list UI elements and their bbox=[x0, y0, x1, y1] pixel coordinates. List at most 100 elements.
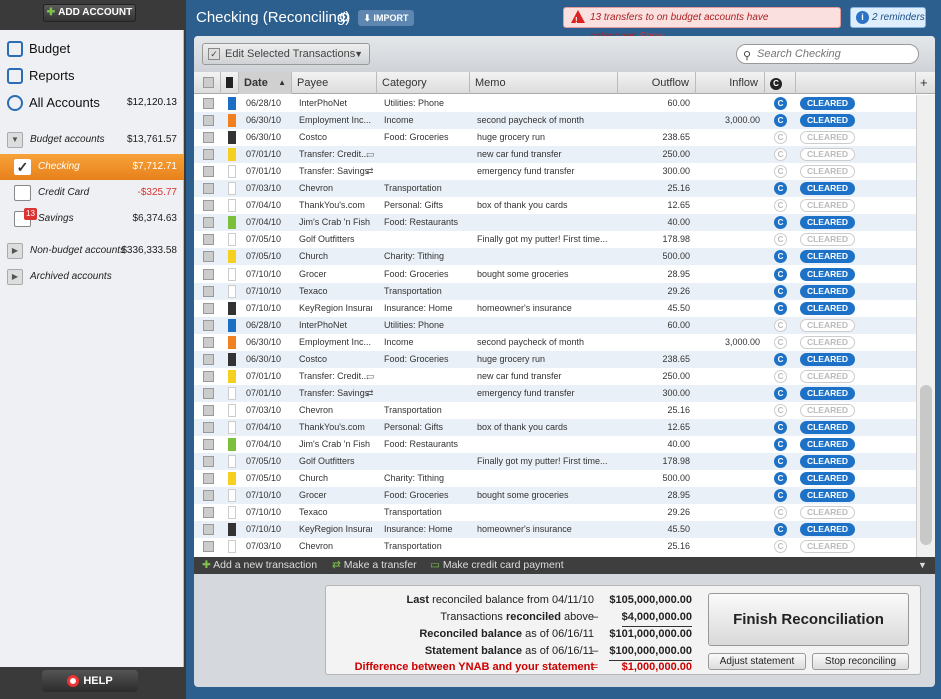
flag-icon[interactable] bbox=[228, 506, 236, 520]
cell-memo[interactable]: bought some groceries bbox=[477, 487, 613, 504]
cleared-toggle-icon[interactable]: C bbox=[774, 114, 787, 128]
cell-outflow[interactable]: 250.00 bbox=[618, 368, 690, 385]
cell-date[interactable]: 06/28/10 bbox=[246, 317, 290, 334]
flag-icon[interactable] bbox=[228, 403, 236, 417]
row-checkbox[interactable] bbox=[203, 166, 214, 178]
cell-outflow[interactable]: 500.00 bbox=[618, 470, 690, 487]
cell-outflow[interactable]: 25.16 bbox=[618, 538, 690, 555]
cleared-toggle-icon[interactable]: C bbox=[774, 523, 787, 537]
flag-icon[interactable] bbox=[228, 284, 236, 298]
row-checkbox[interactable] bbox=[203, 251, 214, 263]
cell-payee[interactable]: KeyRegion Insuran... bbox=[299, 300, 372, 317]
cell-date[interactable]: 07/10/10 bbox=[246, 266, 290, 283]
cleared-toggle-icon[interactable]: C bbox=[774, 540, 787, 554]
table-row[interactable]: 07/10/10 KeyRegion Insuran... Insurance: H… bbox=[194, 300, 916, 317]
cleared-toggle-icon[interactable]: C bbox=[774, 182, 787, 196]
add-account-button[interactable]: ✚ ADD ACCOUNT bbox=[43, 4, 136, 22]
table-row[interactable]: 07/03/10 Chevron Transportation 25.16 C CLEAR… bbox=[194, 538, 916, 555]
cell-category[interactable]: Food: Groceries bbox=[384, 487, 470, 504]
flag-column-header[interactable] bbox=[221, 72, 239, 94]
table-row[interactable]: 07/03/10 Chevron Transportation 25.16 C CLEAR… bbox=[194, 180, 916, 198]
cell-date[interactable]: 07/01/10 bbox=[246, 368, 290, 385]
expand-triangle-icon[interactable]: ▶ bbox=[7, 269, 23, 285]
cell-payee[interactable]: Golf Outfitters bbox=[299, 453, 372, 470]
table-row[interactable]: 07/10/10 Texaco Transportation 29.26 C CLEARE… bbox=[194, 282, 916, 300]
cell-category[interactable]: Utilities: Phone bbox=[384, 317, 470, 334]
cell-memo[interactable]: second paycheck of month bbox=[477, 112, 613, 129]
cell-payee[interactable]: InterPhoNet bbox=[299, 95, 372, 112]
cell-memo[interactable]: Finally got my putter! First time... bbox=[477, 231, 613, 248]
row-checkbox[interactable] bbox=[203, 421, 214, 433]
search-input[interactable] bbox=[757, 46, 912, 62]
cell-category[interactable]: Food: Restaurants bbox=[384, 436, 470, 453]
cell-payee[interactable]: Jim's Crab 'n Fish bbox=[299, 436, 372, 453]
cleared-toggle-icon[interactable]: C bbox=[774, 199, 787, 213]
reminders-button[interactable]: i 2 reminders bbox=[850, 7, 926, 28]
cell-payee[interactable]: Chevron bbox=[299, 538, 372, 555]
import-button[interactable]: ⬇ IMPORT bbox=[358, 10, 414, 26]
nonbudget-accounts-group[interactable]: ▶ Non-budget accounts $336,333.58 bbox=[0, 240, 184, 262]
cleared-toggle-icon[interactable]: C bbox=[774, 131, 787, 145]
flag-icon[interactable] bbox=[228, 148, 236, 162]
cleared-toggle-icon[interactable]: C bbox=[774, 472, 787, 486]
cell-payee[interactable]: Grocer bbox=[299, 266, 372, 283]
cell-memo[interactable]: box of thank you cards bbox=[477, 419, 613, 436]
cell-payee[interactable]: Texaco bbox=[299, 283, 372, 300]
cleared-toggle-icon[interactable]: C bbox=[774, 438, 787, 451]
select-all-checkbox[interactable] bbox=[194, 72, 221, 94]
cleared-toggle-icon[interactable]: C bbox=[774, 455, 787, 469]
cell-memo[interactable]: Finally got my putter! First time... bbox=[477, 453, 613, 470]
row-checkbox[interactable] bbox=[203, 524, 214, 536]
table-row[interactable]: 07/05/10 Church Charity: Tithing 500.00 C CLE… bbox=[194, 470, 916, 487]
row-checkbox[interactable] bbox=[203, 132, 214, 144]
cleared-toggle-icon[interactable]: C bbox=[774, 233, 787, 247]
cell-category[interactable]: Food: Restaurants bbox=[384, 214, 470, 231]
row-checkbox[interactable] bbox=[203, 285, 214, 297]
table-row[interactable]: 07/04/10 Jim's Crab 'n Fish Food: Restaura… bbox=[194, 214, 916, 232]
row-checkbox[interactable] bbox=[203, 98, 214, 109]
cleared-toggle-icon[interactable]: C bbox=[774, 386, 787, 400]
row-checkbox[interactable] bbox=[203, 507, 214, 519]
cell-category[interactable]: Transportation bbox=[384, 180, 470, 197]
cleared-toggle-icon[interactable]: C bbox=[774, 335, 787, 349]
cleared-toggle-icon[interactable]: C bbox=[774, 420, 787, 434]
scrollbar-thumb[interactable] bbox=[920, 385, 932, 545]
cell-category[interactable]: Food: Groceries bbox=[384, 129, 470, 146]
column-header-cleared[interactable]: C bbox=[765, 72, 796, 94]
cell-payee[interactable]: Employment Inc... bbox=[299, 112, 372, 129]
search-box[interactable]: ⚲ bbox=[736, 44, 919, 64]
table-row[interactable]: 07/01/10 Transfer: Savings ⇄ emergency fund… bbox=[194, 384, 916, 402]
adjust-statement-button[interactable]: Adjust statement bbox=[708, 653, 806, 670]
cell-outflow[interactable]: 178.98 bbox=[618, 453, 690, 470]
cell-inflow[interactable]: 3,000.00 bbox=[696, 112, 760, 129]
cell-inflow[interactable]: 3,000.00 bbox=[696, 334, 760, 351]
cell-category[interactable]: Personal: Gifts bbox=[384, 197, 470, 214]
column-header-memo[interactable]: Memo bbox=[470, 72, 618, 94]
flag-icon[interactable] bbox=[228, 489, 236, 503]
cell-date[interactable]: 07/10/10 bbox=[246, 283, 290, 300]
row-checkbox[interactable] bbox=[203, 490, 214, 502]
cell-category[interactable]: Income bbox=[384, 334, 470, 351]
cell-payee[interactable]: KeyRegion Insuran... bbox=[299, 521, 372, 538]
flag-icon[interactable] bbox=[228, 352, 236, 366]
cell-date[interactable]: 06/30/10 bbox=[246, 334, 290, 351]
scroll-down-icon[interactable]: ▼ bbox=[918, 557, 927, 574]
cell-outflow[interactable]: 40.00 bbox=[618, 436, 690, 453]
table-row[interactable]: 07/04/10 ThankYou's.com Personal: Gifts box… bbox=[194, 197, 916, 214]
row-checkbox[interactable] bbox=[203, 268, 214, 280]
cell-date[interactable]: 07/04/10 bbox=[246, 419, 290, 436]
cleared-toggle-icon[interactable]: C bbox=[774, 369, 787, 383]
row-checkbox[interactable] bbox=[203, 234, 214, 246]
cell-category[interactable]: Insurance: Home bbox=[384, 521, 470, 538]
cell-date[interactable]: 07/05/10 bbox=[246, 231, 290, 248]
table-row[interactable]: 06/30/10 Costco Food: Groceries huge grocer… bbox=[194, 129, 916, 146]
cell-date[interactable]: 07/03/10 bbox=[246, 538, 290, 555]
column-header-category[interactable]: Category bbox=[377, 72, 470, 94]
gear-icon[interactable]: ⚙ bbox=[338, 9, 351, 26]
row-checkbox[interactable] bbox=[203, 370, 214, 382]
row-checkbox[interactable] bbox=[203, 336, 214, 348]
cell-outflow[interactable]: 28.95 bbox=[618, 266, 690, 283]
cell-outflow[interactable]: 28.95 bbox=[618, 487, 690, 504]
cell-memo[interactable]: second paycheck of month bbox=[477, 334, 613, 351]
flag-icon[interactable] bbox=[228, 301, 236, 315]
